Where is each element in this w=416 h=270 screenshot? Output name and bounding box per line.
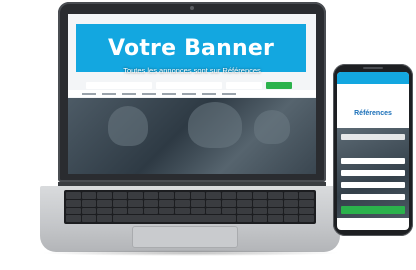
phone-screen: Références xyxy=(337,72,409,230)
key xyxy=(283,192,299,199)
key xyxy=(206,192,221,199)
key xyxy=(190,207,206,215)
phone-search-category-select[interactable] xyxy=(341,170,405,176)
key xyxy=(112,199,128,207)
key xyxy=(237,192,252,199)
key xyxy=(299,199,314,207)
key xyxy=(190,192,206,199)
key xyxy=(81,207,97,215)
key xyxy=(174,199,190,207)
key xyxy=(252,207,268,215)
hero-photo-person xyxy=(254,110,290,144)
laptop-shadow xyxy=(40,250,340,256)
key xyxy=(237,215,252,222)
device-mockup: Votre Banner Toutes les annonces sont su… xyxy=(0,0,416,270)
nav-item[interactable] xyxy=(82,92,96,95)
search-category-select[interactable] xyxy=(156,82,222,89)
key xyxy=(159,207,174,215)
spacebar xyxy=(112,215,237,222)
key xyxy=(128,192,143,199)
laptop-camera xyxy=(190,6,194,10)
key xyxy=(252,199,268,207)
key xyxy=(268,192,283,199)
key xyxy=(143,207,159,215)
phone-logo: Références xyxy=(354,110,392,117)
key xyxy=(81,215,97,222)
hero-photo-person xyxy=(108,106,148,146)
key xyxy=(66,192,81,199)
key xyxy=(237,207,252,215)
key xyxy=(299,207,314,215)
key xyxy=(268,207,283,215)
phone-search-extra-input[interactable] xyxy=(341,194,405,200)
laptop-screen: Votre Banner Toutes les annonces sont su… xyxy=(68,14,316,174)
key xyxy=(174,207,190,215)
key xyxy=(81,192,97,199)
search-location-input[interactable] xyxy=(226,82,262,89)
nav-item[interactable] xyxy=(202,92,216,95)
key xyxy=(97,192,112,199)
key xyxy=(143,192,159,199)
key xyxy=(299,215,314,222)
key xyxy=(299,192,314,199)
key xyxy=(283,207,299,215)
key xyxy=(221,192,237,199)
key xyxy=(237,199,252,207)
hero-title: Toutes les annonces sont sur Références xyxy=(123,66,261,75)
key xyxy=(66,207,81,215)
keyboard xyxy=(64,190,316,224)
key xyxy=(159,192,174,199)
nav-item[interactable] xyxy=(142,92,156,95)
phone-search-keyword-input[interactable] xyxy=(341,158,405,164)
key xyxy=(283,215,299,222)
key xyxy=(128,207,143,215)
nav-item[interactable] xyxy=(182,92,196,95)
hero-photo-person xyxy=(188,102,242,148)
key xyxy=(128,199,143,207)
hero-section xyxy=(68,98,316,174)
key xyxy=(159,199,174,207)
search-keyword-input[interactable] xyxy=(86,82,152,89)
banner-text: Votre Banner xyxy=(108,35,274,61)
phone-hero-section xyxy=(337,128,409,218)
phone-search-location-input[interactable] xyxy=(341,182,405,188)
phone-search-button[interactable] xyxy=(341,206,405,214)
site-navigation xyxy=(68,90,316,97)
key xyxy=(112,192,128,199)
nav-item[interactable] xyxy=(122,92,136,95)
key xyxy=(221,199,237,207)
phone-speaker xyxy=(363,67,383,69)
key xyxy=(174,192,190,199)
key xyxy=(206,207,221,215)
key xyxy=(252,215,268,222)
key xyxy=(268,215,283,222)
trackpad xyxy=(132,226,238,248)
key xyxy=(66,215,81,222)
phone-hero-title xyxy=(341,134,405,140)
key xyxy=(206,199,221,207)
key xyxy=(81,199,97,207)
key xyxy=(190,199,206,207)
key xyxy=(268,199,283,207)
key xyxy=(112,207,128,215)
banner[interactable]: Votre Banner xyxy=(76,24,306,72)
key xyxy=(221,207,237,215)
nav-item[interactable] xyxy=(162,92,176,95)
search-button[interactable] xyxy=(266,82,292,89)
nav-item[interactable] xyxy=(222,92,236,95)
phone-header xyxy=(337,72,409,84)
key xyxy=(66,199,81,207)
key xyxy=(143,199,159,207)
key xyxy=(252,192,268,199)
key xyxy=(97,199,112,207)
key xyxy=(97,215,112,222)
key xyxy=(283,199,299,207)
nav-item[interactable] xyxy=(102,92,116,95)
key xyxy=(97,207,112,215)
